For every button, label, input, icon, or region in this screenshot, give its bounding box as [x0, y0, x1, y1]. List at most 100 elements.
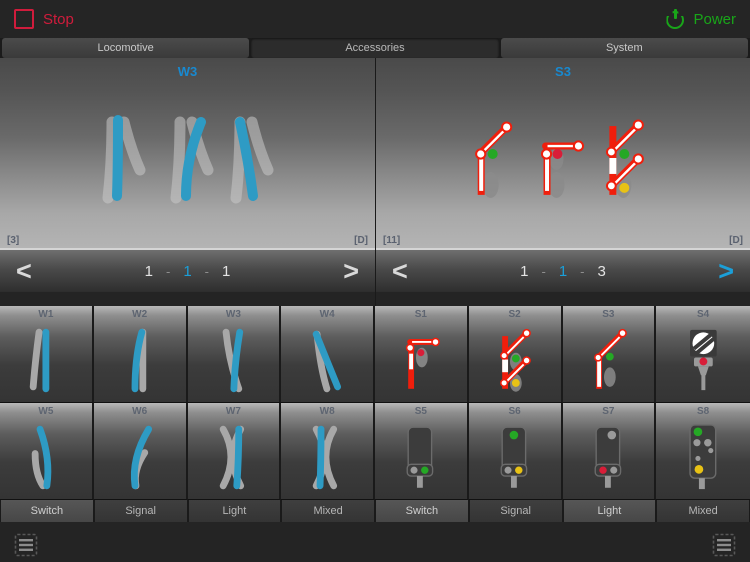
grid-view-icon-right[interactable] — [712, 533, 736, 557]
next-button-left[interactable]: > — [343, 257, 359, 285]
accessory-label-s5: S5 — [414, 406, 427, 417]
accessory-cell-s3[interactable]: S3 — [562, 306, 657, 403]
stage-right[interactable]: S3 [11] [D] — [376, 58, 750, 248]
stop-button-label: Stop — [43, 10, 74, 28]
category-mixed-right[interactable]: Mixed — [657, 500, 749, 522]
accessory-cell-s7[interactable]: S7 — [562, 403, 657, 500]
accessory-label-s8: S8 — [697, 406, 710, 417]
stage-left-badges: [3] [D] — [0, 232, 375, 248]
address-left-sep-2: - — [204, 263, 210, 279]
stop-icon — [14, 9, 34, 29]
bottom-toolbar — [0, 522, 750, 562]
grid-row-2: W5 W6 W7 W8 S5 S6 S7 S8 — [0, 403, 750, 500]
stage-left-title: W3 — [177, 64, 198, 79]
badge-right-mode: [D] — [729, 234, 743, 246]
tab-locomotive[interactable]: Locomotive — [2, 38, 250, 58]
accessory-label-w6: W6 — [132, 406, 148, 417]
grid-view-icon-left[interactable] — [14, 533, 38, 557]
light-signal-red-icon — [563, 419, 655, 496]
grid-row-1: W1 W2 W3 W4 S1 S2 S3 S4 — [0, 306, 750, 403]
accessory-cell-s1[interactable]: S1 — [375, 306, 469, 403]
accessory-label-s2: S2 — [508, 309, 521, 320]
category-light-right[interactable]: Light — [563, 500, 656, 522]
stage-right-artwork — [475, 119, 644, 198]
accessory-label-s3: S3 — [602, 309, 615, 320]
stage-right-badges: [11] [D] — [376, 232, 750, 248]
category-signal-right[interactable]: Signal — [469, 500, 562, 522]
panel-left: W3 [3] [D] < 1 - 1 - 1 > — [0, 58, 375, 306]
category-signal-left[interactable]: Signal — [94, 500, 187, 522]
light-signal-2-icon — [375, 419, 467, 496]
switch-curve-left-icon — [94, 419, 186, 496]
next-button-right[interactable]: > — [718, 257, 734, 285]
badge-right-count: [11] — [383, 234, 401, 246]
accessory-cell-s8[interactable]: S8 — [656, 403, 750, 500]
accessory-cell-w5[interactable]: W5 — [0, 403, 94, 500]
address-right-sep-2: - — [580, 263, 585, 279]
power-button-label: Power — [693, 10, 736, 28]
nav-right: < 1 - 1 - 3 > — [376, 250, 750, 292]
accessory-label-w4: W4 — [319, 309, 335, 320]
tab-system[interactable]: System — [500, 38, 748, 58]
accessory-cell-s4[interactable]: S4 — [656, 306, 750, 403]
accessory-label-s1: S1 — [414, 309, 427, 320]
accessory-label-s7: S7 — [602, 406, 615, 417]
accessory-cell-s5[interactable]: S5 — [375, 403, 469, 500]
address-right: 1 - 1 - 3 — [520, 263, 606, 280]
stop-button[interactable]: Stop — [14, 9, 74, 29]
stage-left-artwork — [102, 115, 274, 204]
semaphore-double-icon — [469, 322, 561, 399]
category-switch-right[interactable]: Switch — [376, 500, 468, 522]
address-left: 1 - 1 - 1 — [145, 263, 231, 280]
light-signal-3-icon — [469, 419, 561, 496]
tab-bar: Locomotive Accessories System — [0, 38, 750, 58]
nav-left: < 1 - 1 - 1 > — [0, 250, 375, 292]
address-left-part-2: 1 — [183, 262, 192, 280]
address-right-sep-1: - — [541, 263, 546, 279]
accessory-cell-w2[interactable]: W2 — [93, 306, 188, 403]
category-bar: Switch Signal Light Mixed Switch Signal … — [0, 500, 750, 522]
prev-button-right[interactable]: < — [392, 257, 408, 285]
app-root: Stop Power Locomotive Accessories System… — [0, 0, 750, 562]
accessory-cell-s6[interactable]: S6 — [468, 403, 563, 500]
semaphore-diagonal-icon — [563, 322, 655, 399]
switch-right-icon — [94, 322, 186, 399]
top-bar: Stop Power — [0, 0, 750, 38]
switch-wye-icon — [188, 322, 280, 399]
accessory-grid: W1 W2 W3 W4 S1 S2 S3 S4 W5 W6 W7 W8 S5 S… — [0, 306, 750, 522]
accessory-label-w7: W7 — [225, 406, 241, 417]
accessory-label-w2: W2 — [132, 309, 148, 320]
accessory-label-s4: S4 — [697, 309, 710, 320]
address-right-part-1: 1 — [520, 262, 529, 280]
switch-cross-icon — [281, 322, 373, 399]
accessory-cell-w6[interactable]: W6 — [93, 403, 188, 500]
power-icon — [666, 9, 686, 29]
badge-left-count: [3] — [7, 234, 20, 246]
accessory-label-w5: W5 — [38, 406, 54, 417]
prev-button-left[interactable]: < — [16, 257, 32, 285]
accessory-cell-w1[interactable]: W1 — [0, 306, 94, 403]
category-light-left[interactable]: Light — [188, 500, 281, 522]
stage-right-title: S3 — [555, 64, 571, 79]
switch-double-slip-blue-icon — [281, 419, 373, 496]
tab-accessories[interactable]: Accessories — [251, 38, 499, 58]
accessory-cell-w3[interactable]: W3 — [187, 306, 282, 403]
power-button[interactable]: Power — [666, 9, 736, 29]
accessory-label-w1: W1 — [38, 309, 54, 320]
category-mixed-left[interactable]: Mixed — [282, 500, 374, 522]
address-right-part-2: 1 — [558, 262, 568, 280]
accessory-cell-w8[interactable]: W8 — [281, 403, 375, 500]
stage-left[interactable]: W3 [3] [D] — [0, 58, 375, 248]
accessory-label-s6: S6 — [508, 406, 521, 417]
accessory-cell-w4[interactable]: W4 — [281, 306, 375, 403]
accessory-panels: W3 [3] [D] < 1 - 1 - 1 > S3 [11] [D] < 1… — [0, 58, 750, 306]
address-right-part-3: 3 — [597, 262, 606, 280]
address-left-part-3: 1 — [222, 262, 231, 280]
accessory-cell-w7[interactable]: W7 — [187, 403, 282, 500]
accessory-cell-s2[interactable]: S2 — [468, 306, 563, 403]
switch-curve-right-icon — [0, 419, 92, 496]
switch-double-slip-gray-icon — [188, 419, 280, 496]
disc-signal-icon — [656, 322, 750, 399]
category-switch-left[interactable]: Switch — [1, 500, 93, 522]
light-signal-multi-icon — [656, 419, 750, 496]
